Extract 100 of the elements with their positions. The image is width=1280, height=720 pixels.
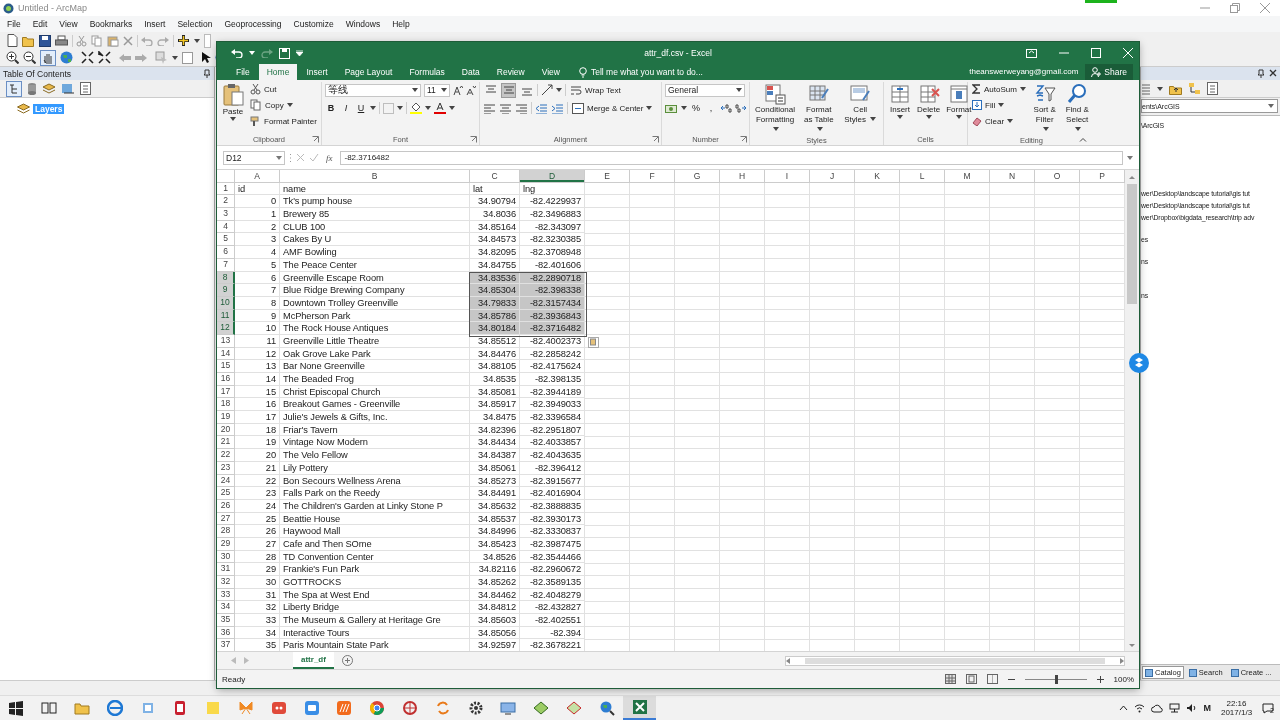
menu-item[interactable]: Selection bbox=[171, 19, 219, 29]
ribbon-button[interactable]: Sort & Filter bbox=[1029, 82, 1060, 135]
ribbon-button[interactable]: Insert bbox=[887, 82, 913, 120]
number-format-button[interactable]: % bbox=[690, 101, 702, 115]
column-header[interactable]: I bbox=[765, 170, 810, 183]
row-header[interactable]: 16 bbox=[217, 373, 235, 386]
menu-item[interactable]: Customize bbox=[287, 19, 340, 29]
zoom-level[interactable]: 100% bbox=[1113, 674, 1134, 684]
menu-item[interactable]: Windows bbox=[339, 19, 387, 29]
column-header[interactable]: E bbox=[585, 170, 630, 183]
row-header[interactable]: 9 bbox=[217, 284, 235, 297]
formula-field[interactable]: -82.3716482 bbox=[339, 150, 1123, 165]
merge-center-button[interactable]: Merge & Center bbox=[571, 101, 654, 115]
column-header[interactable]: H bbox=[720, 170, 765, 183]
ribbon-tab[interactable]: Formulas bbox=[401, 64, 453, 80]
row-header[interactable]: 37 bbox=[217, 639, 235, 651]
table-cell: -82.2960672 bbox=[520, 563, 585, 576]
table-cell: AMF Bowling bbox=[280, 246, 470, 259]
ribbon-tab[interactable]: Insert bbox=[298, 64, 336, 80]
ribbon-button[interactable]: Conditional Formatting bbox=[753, 82, 798, 135]
menu-item[interactable]: Bookmarks bbox=[83, 19, 139, 29]
row-header[interactable]: 5 bbox=[217, 233, 235, 247]
column-header[interactable]: P bbox=[1080, 170, 1125, 183]
font-size-field[interactable]: 11 bbox=[424, 83, 450, 97]
menu-item[interactable]: Help bbox=[386, 19, 416, 29]
sheet-tab[interactable]: attr_df bbox=[293, 652, 334, 669]
name-box[interactable]: D12 bbox=[223, 150, 285, 165]
row-header[interactable]: 2 bbox=[217, 195, 235, 209]
format-toggle[interactable]: B bbox=[325, 101, 337, 115]
row-header[interactable]: 31 bbox=[217, 563, 235, 576]
row-header[interactable]: 28 bbox=[217, 525, 235, 538]
row-header[interactable]: 15 bbox=[217, 360, 235, 373]
row-header[interactable]: 12 bbox=[217, 322, 235, 335]
account-email[interactable]: theanswerweyang@gmail.com bbox=[969, 64, 1079, 80]
input-method-indicator[interactable]: M bbox=[1203, 703, 1211, 713]
row-header[interactable]: 6 bbox=[217, 246, 235, 259]
column-header[interactable]: N bbox=[990, 170, 1035, 183]
row-header[interactable]: 34 bbox=[217, 601, 235, 615]
ribbon-button[interactable]: AutoSum bbox=[971, 82, 1027, 96]
ribbon-tab[interactable]: View bbox=[533, 64, 568, 80]
menu-item[interactable]: Insert bbox=[138, 19, 172, 29]
ribbon-button[interactable]: Find & Select bbox=[1062, 82, 1092, 135]
table-cell: 34.92597 bbox=[470, 639, 520, 651]
ribbon-button[interactable]: Clear bbox=[971, 114, 1027, 128]
ribbon-button[interactable]: Format bbox=[944, 82, 974, 120]
ribbon-button[interactable]: Fill bbox=[971, 98, 1027, 112]
table-cell: 35 bbox=[235, 639, 280, 651]
ribbon-tab[interactable]: Review bbox=[488, 64, 533, 80]
menu-item[interactable]: Geoprocessing bbox=[218, 19, 288, 29]
column-header[interactable]: O bbox=[1035, 170, 1080, 183]
column-header[interactable]: F bbox=[630, 170, 675, 183]
table-cell: -82.4033857 bbox=[520, 436, 585, 450]
format-toggle[interactable]: I bbox=[340, 101, 352, 115]
menu-item[interactable]: File bbox=[1, 19, 27, 29]
table-cell: -82.3230385 bbox=[520, 233, 585, 247]
ribbon-tab[interactable]: Home bbox=[258, 64, 298, 80]
ribbon-tab[interactable]: File bbox=[228, 64, 258, 80]
column-header[interactable]: K bbox=[855, 170, 900, 183]
column-header[interactable]: M bbox=[945, 170, 990, 183]
ribbon-button[interactable]: Format Painter bbox=[249, 114, 318, 128]
ribbon-button[interactable]: Delete bbox=[915, 82, 943, 120]
wrap-text-button[interactable]: Wrap Text bbox=[569, 83, 622, 97]
table-cell: -82.3949033 bbox=[520, 398, 585, 412]
format-toggle[interactable]: U bbox=[355, 101, 367, 115]
row-header[interactable]: 32 bbox=[217, 576, 235, 589]
ribbon-tab[interactable]: Data bbox=[453, 64, 488, 80]
share-button[interactable]: Share bbox=[1085, 64, 1133, 80]
column-header[interactable]: L bbox=[900, 170, 945, 183]
row-header[interactable]: 21 bbox=[217, 436, 235, 450]
column-header[interactable]: A bbox=[235, 170, 280, 183]
column-header[interactable]: C bbox=[470, 170, 520, 183]
row-header[interactable]: 3 bbox=[217, 208, 235, 221]
font-name-field[interactable]: 等线 bbox=[325, 83, 421, 97]
row-header[interactable]: 25 bbox=[217, 487, 235, 500]
insert-function-button[interactable]: fx bbox=[323, 152, 336, 163]
number-format-button[interactable]: , bbox=[705, 101, 717, 115]
ribbon-button[interactable]: Cut bbox=[249, 82, 318, 96]
ribbon-tab[interactable]: Page Layout bbox=[336, 64, 401, 80]
table-cell: 34.84434 bbox=[470, 436, 520, 450]
row-header[interactable]: 18 bbox=[217, 398, 235, 412]
menu-item[interactable]: Edit bbox=[26, 19, 54, 29]
row-header[interactable]: 22 bbox=[217, 449, 235, 462]
ribbon-button[interactable]: Copy bbox=[249, 98, 318, 112]
ribbon-button[interactable]: Paste bbox=[220, 82, 246, 122]
column-header[interactable]: B bbox=[280, 170, 470, 183]
table-cell: -82.3716482 bbox=[520, 322, 585, 335]
column-header[interactable]: D bbox=[520, 170, 585, 183]
row-header[interactable]: 19 bbox=[217, 411, 235, 424]
tell-me-field[interactable]: Tell me what you want to do... bbox=[578, 64, 703, 80]
row-header[interactable]: 35 bbox=[217, 614, 235, 627]
ribbon-button[interactable]: Format as Table bbox=[799, 82, 839, 135]
table-cell: Falls Park on the Reedy bbox=[280, 487, 470, 500]
column-header[interactable]: J bbox=[810, 170, 855, 183]
table-cell: The Museum & Gallery at Heritage Gre bbox=[280, 614, 470, 627]
ribbon-button[interactable]: Cell Styles bbox=[840, 82, 880, 125]
clock[interactable]: 22:16 2017/1/3 bbox=[1216, 699, 1257, 717]
number-format-field[interactable]: General bbox=[665, 83, 745, 97]
table-cell: 34.82116 bbox=[470, 563, 520, 576]
menu-item[interactable]: View bbox=[53, 19, 84, 29]
column-header[interactable]: G bbox=[675, 170, 720, 183]
